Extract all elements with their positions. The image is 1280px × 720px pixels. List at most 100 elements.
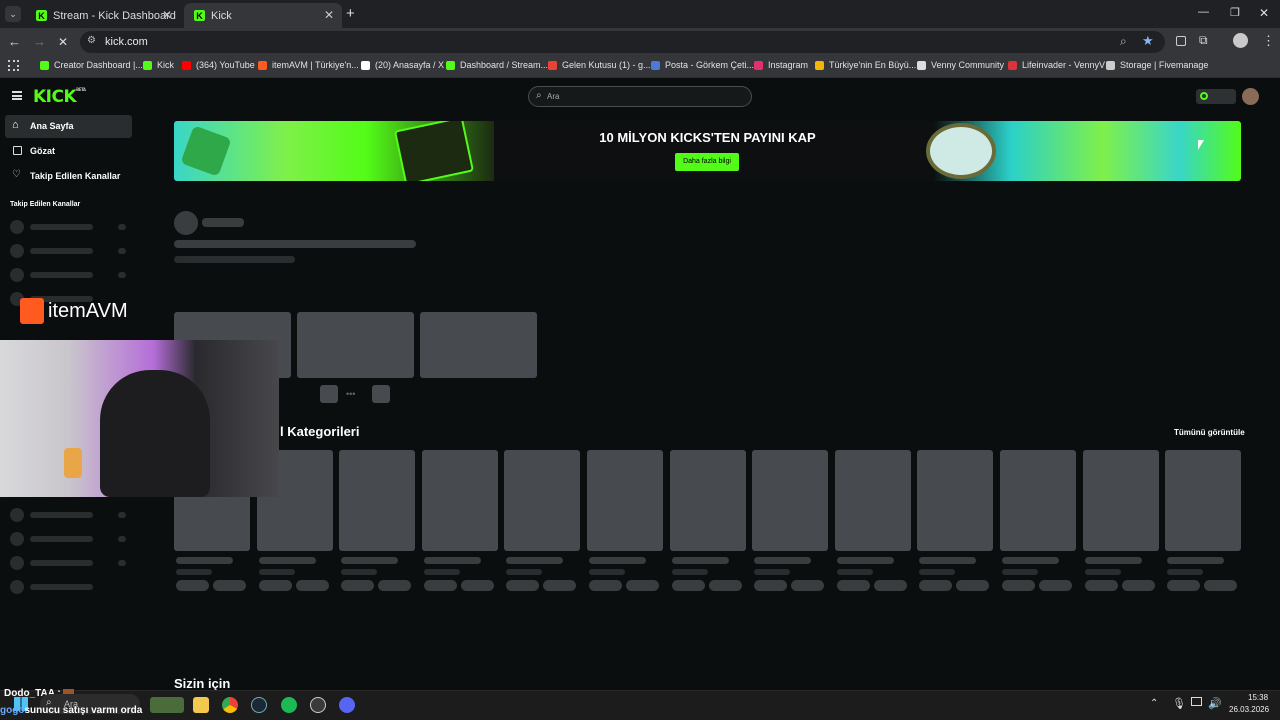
browser-menu-icon[interactable]: ⋮ [1262,33,1275,49]
category-tag-skeleton [543,580,576,591]
discord-icon[interactable] [339,697,355,713]
banner-more-info-button[interactable]: Daha fazla bilgi [675,153,739,171]
category-title-skeleton [506,557,563,564]
restore-button[interactable]: ❐ [1230,6,1240,19]
chat-overlay-message: gogosunucu satışı varmı orda [0,705,143,716]
nav-item-following[interactable]: ♡ Takip Edilen Kanallar [5,165,132,188]
category-tag-skeleton [956,580,989,591]
view-all-link[interactable]: Tümünü görüntüle [1174,428,1245,437]
category-tag-skeleton [176,580,209,591]
category-card[interactable] [504,450,580,551]
tray-chevron-icon[interactable]: ⌃ [1150,698,1158,709]
microphone-icon[interactable]: 🎙 [1172,697,1186,710]
bookmark-item[interactable]: Instagram [754,60,808,70]
bookmark-star-icon[interactable]: ★ [1142,33,1154,49]
webcam-person [100,370,210,497]
tab-kick-dashboard[interactable]: K Stream - Kick Dashboard ✕ [26,3,180,28]
steam-icon[interactable] [251,697,267,713]
bookmark-item[interactable]: Türkiye'nin En Büyü... [815,60,916,70]
category-card[interactable] [587,450,663,551]
minimize-button[interactable]: — [1198,6,1209,18]
gmail-icon [548,60,557,70]
category-viewers-skeleton [919,569,955,575]
category-viewers-skeleton [672,569,708,575]
beta-badge: BETA [76,87,86,92]
bookmark-item[interactable]: (364) YouTube [182,60,255,70]
stop-loading-icon[interactable]: ✕ [58,35,68,49]
category-card[interactable] [1083,450,1159,551]
promo-banner[interactable]: 10 MİLYON KICKS'TEN PAYINI KAP Daha fazl… [174,121,1241,181]
url-text: kick.com [105,36,148,48]
carousel-next-button[interactable] [372,385,390,403]
tab-kick[interactable]: K Kick ✕ [184,3,342,28]
category-title-skeleton [1085,557,1142,564]
clock-time[interactable]: 15:38 [1248,693,1268,702]
profile-icon[interactable] [1233,33,1248,48]
carousel-card[interactable] [420,312,537,378]
fivemanage-icon [1106,60,1115,70]
zoom-icon[interactable]: ⌕ [1120,34,1127,49]
bookmark-item[interactable]: Posta - Görkem Çeti... [651,60,754,70]
carousel-card[interactable] [297,312,414,378]
close-tab-icon[interactable]: ✕ [324,8,334,22]
venny-icon [917,60,926,70]
category-title-skeleton [341,557,398,564]
file-explorer-icon[interactable] [193,697,209,713]
news-widget-icon[interactable] [150,697,184,713]
nav-item-browse[interactable]: Gözat [5,140,132,163]
category-card[interactable] [670,450,746,551]
bookmark-item[interactable]: Lifeinvader - VennyV [1008,60,1105,70]
search-icon: ⌕ [536,90,542,101]
site-info-icon[interactable]: ⚙ [87,35,96,46]
category-card[interactable] [1165,450,1241,551]
category-card[interactable] [835,450,911,551]
spotify-icon[interactable] [281,697,297,713]
category-viewers-skeleton [1002,569,1038,575]
tab-search-button[interactable]: ⌄ [5,6,21,22]
chrome-icon[interactable] [222,697,238,713]
bookmark-item[interactable]: (20) Anasayfa / X [361,60,444,70]
bookmark-item[interactable]: Venny Community [917,60,1004,70]
carousel-prev-button[interactable] [320,385,338,403]
category-card[interactable] [422,450,498,551]
close-tab-icon[interactable]: ✕ [162,8,172,22]
user-avatar[interactable] [1242,88,1259,105]
categories-heading: l Kategorileri [280,424,360,439]
bookmark-item[interactable]: Storage | Fivemanage [1106,60,1208,70]
search-input[interactable]: ⌕ Ara [528,86,752,107]
category-card[interactable] [1000,450,1076,551]
network-icon[interactable] [1191,697,1202,706]
bookmark-item[interactable]: Creator Dashboard |... [40,60,143,70]
forward-icon[interactable]: → [33,34,46,49]
site-icon [815,60,824,70]
nav-item-home[interactable]: ⌂ Ana Sayfa [5,115,132,138]
kick-page: KICKBETA ⌕ Ara ⌂ Ana Sayfa Gözat ♡ Takip… [0,78,1280,690]
volume-icon[interactable]: 🔊 [1208,697,1222,710]
category-viewers-skeleton [754,569,790,575]
category-viewers-skeleton [176,569,212,575]
category-card[interactable] [917,450,993,551]
category-title-skeleton [176,557,233,564]
address-bar[interactable]: ⚙ kick.com ⌕ ★ [80,31,1165,53]
obs-icon[interactable] [310,697,326,713]
bookmark-item[interactable]: Gelen Kutusu (1) - g... [548,60,651,70]
bookmark-item[interactable]: Dashboard / Stream... [446,60,548,70]
extensions-puzzle-icon[interactable]: ⧉ [1199,33,1208,48]
webcam-overlay [0,340,279,497]
extension-icon[interactable] [1176,36,1186,46]
create-stream-toggle[interactable] [1196,89,1236,104]
nav-label: Ana Sayfa [30,121,74,131]
clock-date[interactable]: 26.03.2026 [1229,705,1269,714]
bookmark-item[interactable]: Kick [143,60,174,70]
bookmark-item[interactable]: itemAVM | Türkiye'n... [258,60,359,70]
category-tag-skeleton [259,580,292,591]
apps-grid-icon[interactable] [8,60,19,71]
new-tab-button[interactable]: + [346,5,355,22]
category-card[interactable] [752,450,828,551]
category-tag-skeleton [213,580,246,591]
category-card[interactable] [339,450,415,551]
close-window-button[interactable]: ✕ [1259,6,1269,20]
category-viewers-skeleton [1085,569,1121,575]
back-icon[interactable]: ← [8,34,21,49]
kick-logo[interactable]: KICKBETA [33,87,86,107]
